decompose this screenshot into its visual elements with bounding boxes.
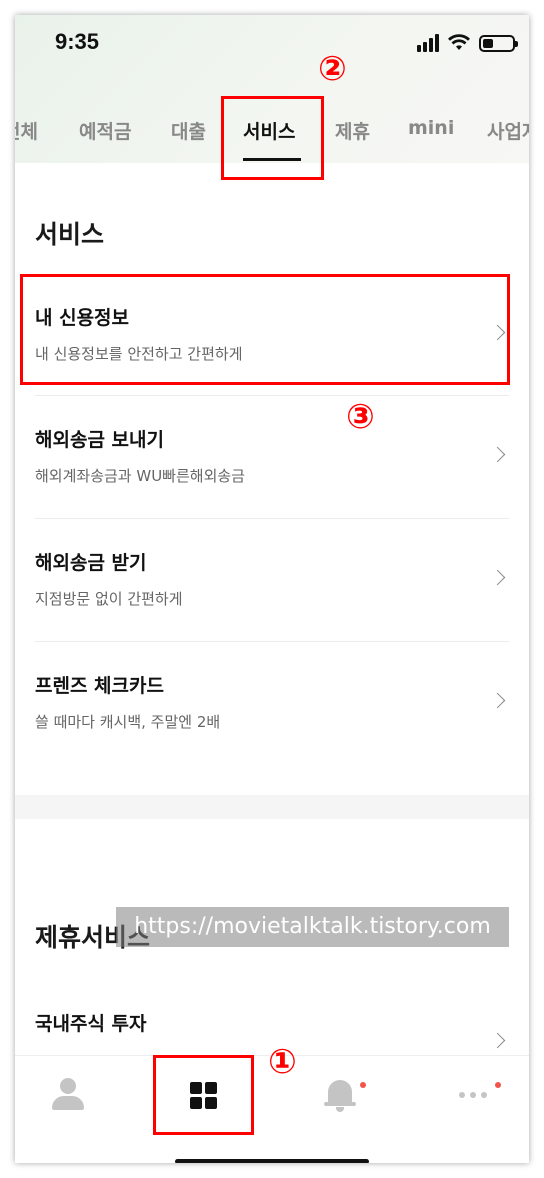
item-desc: 지점방문 없이 간편하게 — [35, 590, 183, 608]
item-desc: 해외계좌송금과 WU빠른해외송금 — [35, 467, 245, 485]
marker-2: ② — [318, 49, 347, 89]
tab-partner[interactable]: 제휴 — [335, 117, 370, 144]
chevron-right-icon — [489, 569, 506, 586]
marker-1: ① — [268, 1042, 297, 1082]
status-bar: 9:35 — [15, 15, 529, 75]
divider — [35, 518, 509, 519]
list-item-receive-overseas[interactable]: 해외송금 받기 지점방문 없이 간편하게 — [35, 522, 509, 644]
profile-icon[interactable] — [38, 1076, 98, 1116]
home-indicator — [175, 1159, 369, 1163]
phone-screen: 9:35 전체 예적금 대출 서비스 제휴 mini 사업자 — [15, 15, 529, 1163]
section-title-services: 서비스 — [35, 220, 105, 249]
item-title: 해외송금 보내기 — [35, 429, 164, 451]
marker-3: ③ — [346, 397, 375, 437]
item-title: 해외송금 받기 — [35, 552, 147, 574]
tab-business[interactable]: 사업자 — [487, 117, 529, 144]
chevron-right-icon — [489, 1032, 506, 1049]
status-icons — [417, 33, 518, 53]
battery-icon — [479, 34, 518, 52]
item-title: 프렌즈 체크카드 — [35, 675, 164, 697]
list-item-friends-check-card[interactable]: 프렌즈 체크카드 쓸 때마다 캐시백, 주말엔 2배 — [35, 645, 509, 767]
section-gap — [15, 795, 529, 819]
highlight-box-credit-info — [20, 274, 510, 385]
signal-icon — [417, 34, 439, 52]
notification-dot — [360, 1082, 366, 1088]
chevron-right-icon — [489, 446, 506, 463]
status-time: 9:35 — [55, 29, 100, 54]
item-title: 국내주식 투자 — [35, 1013, 147, 1035]
notification-dot — [495, 1082, 501, 1088]
bell-icon[interactable] — [310, 1076, 370, 1116]
highlight-box-menu — [153, 1055, 254, 1135]
divider — [35, 641, 509, 642]
highlight-box-service-tab — [221, 96, 324, 180]
watermark-text: https://movietalktalk.tistory.com — [116, 907, 509, 947]
tab-savings[interactable]: 예적금 — [79, 117, 131, 144]
tab-loan[interactable]: 대출 — [171, 117, 206, 144]
tab-mini[interactable]: mini — [408, 117, 454, 139]
more-icon[interactable] — [445, 1076, 505, 1116]
list-item-send-overseas[interactable]: 해외송금 보내기 해외계좌송금과 WU빠른해외송금 — [35, 399, 509, 521]
wifi-icon — [448, 34, 470, 50]
item-desc: 쓸 때마다 캐시백, 주말엔 2배 — [35, 713, 221, 731]
divider — [35, 395, 509, 396]
tab-all[interactable]: 전체 — [15, 117, 38, 144]
chevron-right-icon — [489, 692, 506, 709]
